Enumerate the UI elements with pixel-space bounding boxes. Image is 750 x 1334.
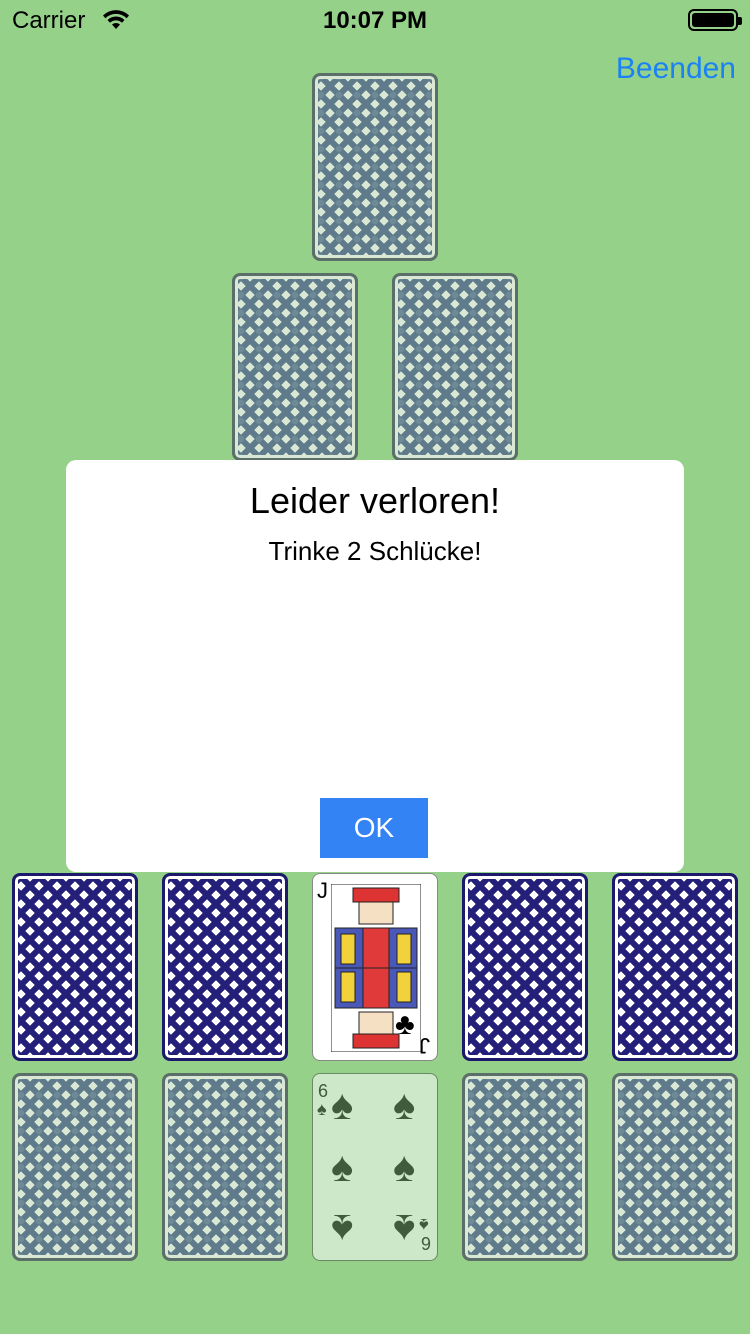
dialog-message: Trinke 2 Schlücke! (268, 536, 482, 566)
hand-card-7[interactable] (162, 1073, 288, 1261)
status-bar: Carrier 10:07 PM (0, 0, 750, 40)
card-rank: 6 (421, 1233, 432, 1253)
result-dialog: Leider verloren! Trinke 2 Schlücke! OK (66, 460, 684, 872)
pyramid-card-row2-right[interactable] (392, 273, 518, 461)
pyramid-card-top[interactable] (312, 73, 438, 261)
six-of-spades-card[interactable]: 6 ♠ ♠ ♠ ♠ ♠ ♠ ♠ ♠ 6 (312, 1073, 438, 1261)
hand-card-9[interactable] (462, 1073, 588, 1261)
hand-card-2[interactable] (162, 873, 288, 1061)
card-rank: J (419, 1033, 430, 1058)
club-icon: ♣ (395, 1008, 415, 1041)
hand-card-6[interactable] (12, 1073, 138, 1261)
hand-card-5[interactable] (612, 873, 738, 1061)
spade-icon: ♠ (317, 1099, 327, 1119)
dialog-title: Leider verloren! (249, 480, 501, 521)
battery-icon (688, 9, 742, 31)
clock: 10:07 PM (322, 7, 428, 34)
jack-of-clubs-card[interactable]: J ♣ ♣ J (312, 873, 438, 1061)
spade-icon: ♠ (331, 1081, 354, 1128)
pyramid-card-row2-left[interactable] (232, 273, 358, 461)
spade-icon: ♠ (393, 1081, 416, 1128)
quit-button[interactable]: Beenden (616, 52, 736, 86)
spade-icon: ♠ (393, 1206, 416, 1253)
spade-icon: ♠ (393, 1143, 416, 1190)
hand-card-4[interactable] (462, 873, 588, 1061)
spade-icon: ♠ (331, 1143, 354, 1190)
hand-card-1[interactable] (12, 873, 138, 1061)
hand-card-10[interactable] (612, 1073, 738, 1261)
card-rank: J (317, 878, 328, 903)
spade-icon: ♠ (331, 1206, 354, 1253)
ok-button[interactable]: OK (320, 798, 428, 858)
